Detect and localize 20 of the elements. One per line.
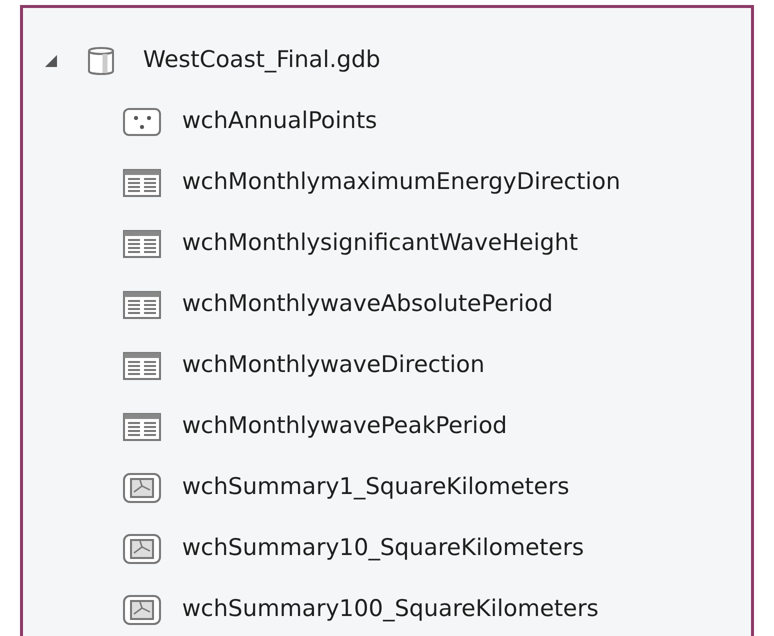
table-icon <box>122 288 162 320</box>
tree-item-label[interactable]: wchMonthlywavePeakPeriod <box>182 409 508 444</box>
tree-item-label[interactable]: wchSummary1_SquareKilometers <box>182 470 570 505</box>
tree-item-label[interactable]: wchMonthlywaveDirection <box>182 348 485 383</box>
tree-item-label[interactable]: wchAnnualPoints <box>182 104 378 139</box>
raster-layer-icon <box>122 472 162 504</box>
tree-item-label[interactable]: WestCoast_Final.gdb <box>143 43 380 78</box>
raster-layer-icon <box>122 594 162 626</box>
raster-layer-icon <box>122 532 162 564</box>
tree-item-label[interactable]: wchSummary10_SquareKilometers <box>182 531 584 566</box>
collapse-arrow-icon[interactable] <box>44 54 58 68</box>
table-icon <box>122 350 162 382</box>
table-icon <box>122 410 162 442</box>
tree-item-label[interactable]: wchMonthlywaveAbsolutePeriod <box>182 287 554 322</box>
tree-item-label[interactable]: wchMonthlymaximumEnergyDirection <box>182 165 620 200</box>
tree-item-label[interactable]: wchMonthlysignificantWaveHeight <box>182 226 578 261</box>
tree-item-label[interactable]: wchSummary100_SquareKilometers <box>182 592 599 627</box>
point-layer-icon <box>122 106 162 138</box>
table-icon <box>122 166 162 198</box>
table-icon <box>122 228 162 260</box>
